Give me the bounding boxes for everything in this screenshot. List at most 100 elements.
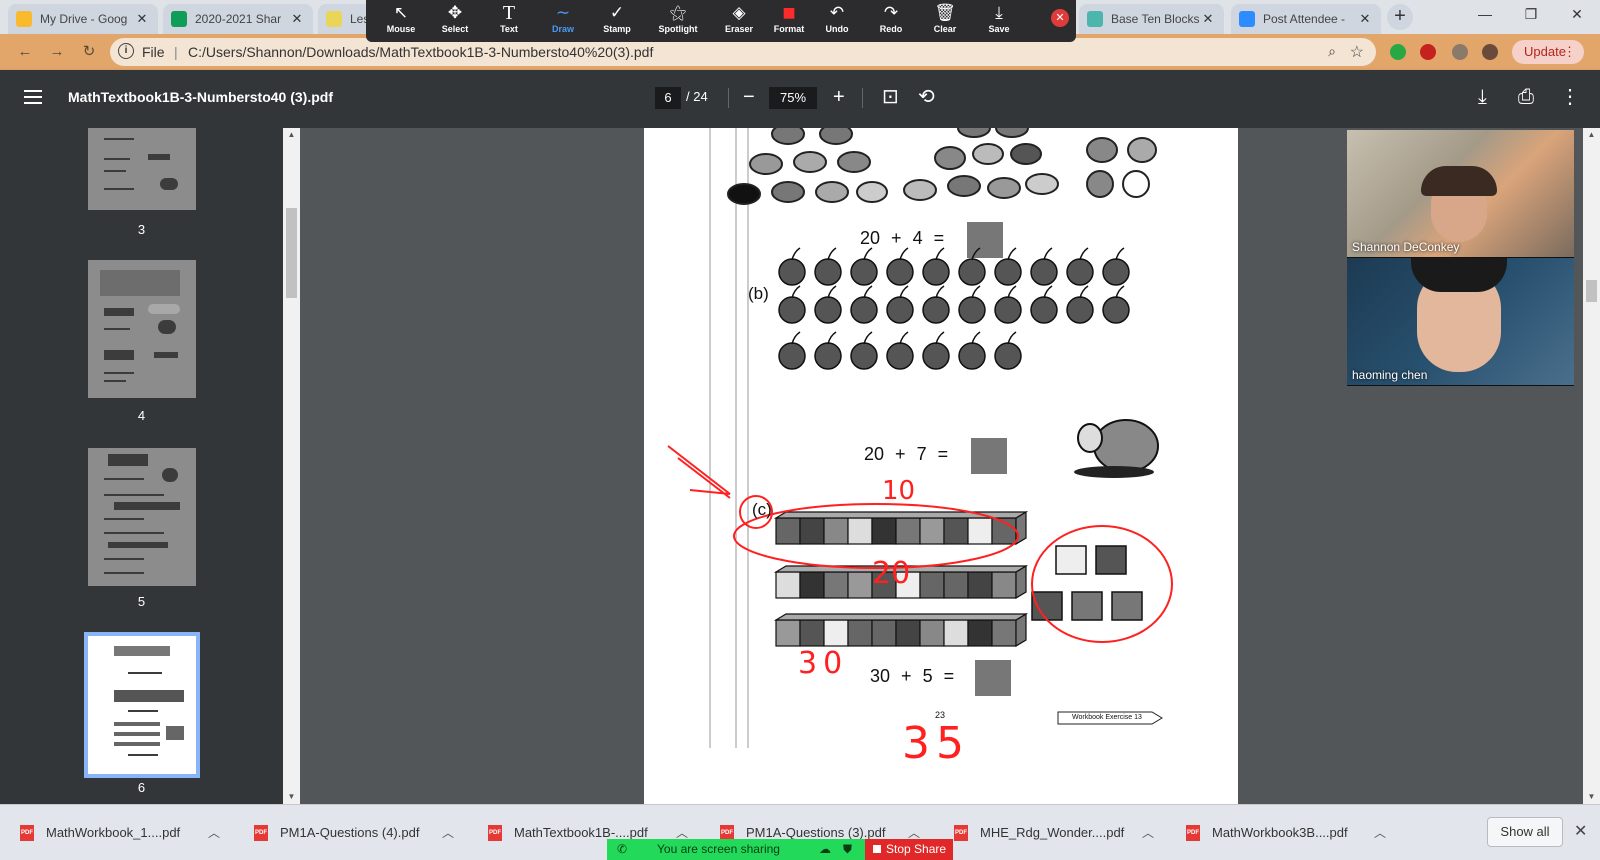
page-thumbnail-4[interactable] xyxy=(88,260,196,398)
print-icon[interactable]: ⎙ xyxy=(1518,85,1534,109)
profile-avatar[interactable] xyxy=(1482,44,1498,60)
eq-c-left: 30 xyxy=(870,666,891,686)
rotate-icon[interactable]: ⟲ xyxy=(918,85,935,109)
minimize-button[interactable]: — xyxy=(1462,0,1508,30)
cherry xyxy=(778,296,806,324)
window-close-button[interactable]: ✕ xyxy=(1554,0,1600,30)
cherry xyxy=(1030,296,1058,324)
download-icon[interactable]: ⤓ xyxy=(1478,85,1487,109)
sidebar-scroll-thumb[interactable] xyxy=(286,208,297,298)
cherry xyxy=(994,258,1022,286)
restore-button[interactable]: ❐ xyxy=(1508,0,1554,30)
block-cube xyxy=(943,619,969,647)
participant-hair xyxy=(1421,166,1497,196)
reload-button[interactable]: ↻ xyxy=(78,41,100,63)
tool-mouse[interactable]: ↖ Mouse xyxy=(374,2,428,42)
bookmark-star-icon[interactable]: ☆ xyxy=(1350,42,1364,62)
chevron-up-icon[interactable]: ︿ xyxy=(1142,824,1154,841)
eq-c-equals: = xyxy=(943,666,955,686)
cherry xyxy=(1066,296,1094,324)
tab-sheets[interactable]: 2020-2021 Shar ✕ xyxy=(163,4,313,34)
page-thumbnail-5[interactable] xyxy=(88,448,196,586)
chevron-up-icon[interactable]: ︿ xyxy=(442,824,454,841)
tool-stamp[interactable]: ✓ Stamp xyxy=(590,2,644,42)
chevron-up-icon[interactable]: ︿ xyxy=(1374,824,1386,841)
cherry xyxy=(814,258,842,286)
site-info-icon[interactable]: i xyxy=(118,43,134,59)
download-item[interactable]: PDF MHE_Rdg_Wonder....pdf ︿ xyxy=(954,813,1166,853)
cherry xyxy=(1066,258,1094,286)
zoom-out-button[interactable]: − xyxy=(743,85,755,109)
close-annotation-button[interactable]: ✕ xyxy=(1051,9,1069,27)
tab-close-icon[interactable]: ✕ xyxy=(289,11,305,27)
page-thumbnail-6[interactable] xyxy=(84,632,200,778)
download-item[interactable]: PDF PM1A-Questions (4).pdf ︿ xyxy=(254,813,466,853)
cherry xyxy=(958,296,986,324)
checkmark-icon: ✓ xyxy=(609,3,625,22)
cherry xyxy=(994,342,1022,370)
zoom-level-input[interactable]: 75% xyxy=(769,87,817,109)
tool-clear[interactable]: 🗑 Clear xyxy=(918,2,972,42)
cherry xyxy=(1102,258,1130,286)
page-zoom-icon[interactable]: ⌕ xyxy=(1328,43,1336,60)
url-text[interactable]: C:/Users/Shannon/Downloads/MathTextbook1… xyxy=(188,44,653,60)
thumbnail-number: 3 xyxy=(137,222,146,237)
new-tab-button[interactable]: + xyxy=(1387,4,1413,30)
scroll-down-arrow-icon[interactable]: ▼ xyxy=(283,790,300,804)
sidebar-scrollbar[interactable]: ▲ ▼ xyxy=(283,128,300,804)
tool-redo[interactable]: ↷ Redo xyxy=(864,2,918,42)
fit-page-icon[interactable]: ⊡ xyxy=(882,85,899,109)
video-tile-haoming[interactable]: haoming chen xyxy=(1347,258,1574,385)
download-filename: MathTextbook1B-....pdf xyxy=(514,825,648,840)
cherry xyxy=(850,296,878,324)
download-item[interactable]: PDF MathWorkbook3B....pdf ︿ xyxy=(1186,813,1398,853)
tool-save[interactable]: ⤓ Save xyxy=(972,2,1026,42)
stop-square-icon xyxy=(873,845,881,853)
tool-eraser[interactable]: ◈ Eraser xyxy=(712,2,766,42)
scroll-down-arrow-icon[interactable]: ▼ xyxy=(1583,790,1600,804)
video-tile-shannon[interactable]: Shannon DeConkey xyxy=(1347,130,1574,257)
download-item[interactable]: PDF MathWorkbook_1....pdf ︿ xyxy=(20,813,232,853)
omnibox[interactable]: i File | C:/Users/Shannon/Downloads/Math… xyxy=(110,38,1376,66)
block-cube xyxy=(871,517,897,545)
tab-close-icon[interactable]: ✕ xyxy=(1200,11,1216,27)
tab-title: Post Attendee - xyxy=(1263,12,1346,26)
tool-text[interactable]: T Text xyxy=(482,2,536,42)
eq-a-answer-box xyxy=(967,222,1003,258)
close-downloads-icon[interactable]: ✕ xyxy=(1574,821,1587,841)
tool-spotlight[interactable]: ⚝ Spotlight xyxy=(648,2,708,42)
forward-button[interactable]: → xyxy=(46,41,68,63)
zoom-in-button[interactable]: + xyxy=(833,85,845,109)
tab-post-attendee[interactable]: Post Attendee - ✕ xyxy=(1231,4,1381,34)
sidebar-menu-icon[interactable] xyxy=(24,90,42,104)
page-thumbnail-3[interactable] xyxy=(88,128,196,210)
scroll-up-arrow-icon[interactable]: ▲ xyxy=(283,128,300,142)
page-number-input[interactable]: 6 xyxy=(655,87,681,109)
tool-format[interactable]: ■ Format xyxy=(762,2,816,42)
thumbnail-number: 4 xyxy=(137,408,146,423)
trash-icon: 🗑 xyxy=(934,3,956,22)
extension-puzzle-icon[interactable] xyxy=(1452,44,1468,60)
scroll-up-arrow-icon[interactable]: ▲ xyxy=(1583,128,1600,142)
cherry xyxy=(778,258,806,286)
tab-base-ten-blocks[interactable]: Base Ten Blocks ✕ xyxy=(1079,4,1224,34)
block-cube xyxy=(823,517,849,545)
extension-red-icon[interactable] xyxy=(1420,44,1436,60)
pdf-more-icon[interactable]: ⋮ xyxy=(1560,85,1580,109)
show-all-button[interactable]: Show all xyxy=(1487,817,1563,847)
main-scroll-thumb[interactable] xyxy=(1586,280,1597,302)
annotation-twenty: 20 xyxy=(872,556,911,591)
tool-draw[interactable]: ∼ Draw xyxy=(536,2,590,42)
update-button[interactable]: Update ⋮ xyxy=(1512,40,1584,64)
back-button[interactable]: ← xyxy=(14,41,36,63)
tool-select[interactable]: ✥ Select xyxy=(428,2,482,42)
extension-green-icon[interactable] xyxy=(1390,44,1406,60)
main-scrollbar[interactable]: ▲ ▼ xyxy=(1583,128,1600,804)
tab-my-drive[interactable]: My Drive - Goog ✕ xyxy=(8,4,158,34)
cherry xyxy=(850,342,878,370)
chevron-up-icon[interactable]: ︿ xyxy=(208,824,220,841)
stop-share-button[interactable]: Stop Share xyxy=(865,839,953,860)
tool-undo[interactable]: ↶ Undo xyxy=(810,2,864,42)
tab-close-icon[interactable]: ✕ xyxy=(1357,11,1373,27)
tab-close-icon[interactable]: ✕ xyxy=(134,11,150,27)
